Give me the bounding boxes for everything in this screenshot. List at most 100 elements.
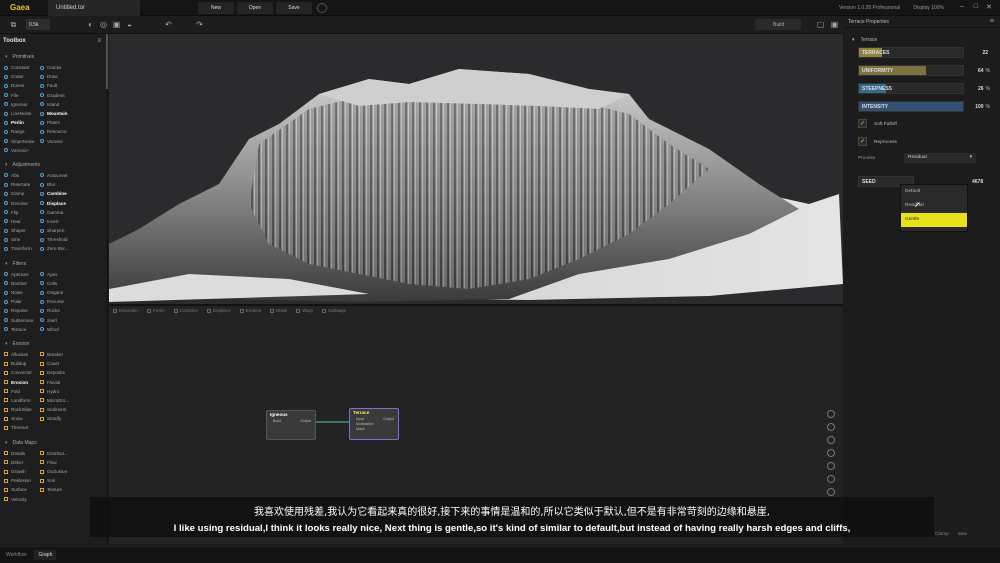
dropdown-option[interactable]: Default [901, 185, 967, 199]
toolbox-item[interactable]: Landform [4, 396, 40, 405]
seed-value[interactable]: 4678 [972, 179, 983, 185]
open-button[interactable]: Open [237, 1, 273, 14]
toolbox-item[interactable]: Resource [40, 127, 76, 136]
toolbox-item[interactable]: Gamma [40, 208, 76, 217]
toolbox-item[interactable]: SlopeNoise [4, 137, 40, 146]
terrace-port-mask[interactable]: Mask [350, 427, 398, 432]
new-button[interactable]: New [198, 1, 234, 14]
toolbox-item[interactable]: Dither [4, 458, 40, 467]
toolbox-item[interactable]: Breaker [40, 350, 76, 359]
toolbox-item[interactable]: Recurse [40, 297, 76, 306]
save-button[interactable]: Save [276, 1, 312, 14]
toolbox-item[interactable]: Fault [40, 81, 76, 90]
slider-uniformity[interactable]: UNIFORMITY [858, 65, 964, 76]
toolbox-item[interactable]: Origami [40, 288, 76, 297]
toolbox-item[interactable]: Aperture [4, 270, 40, 279]
tag-icon[interactable] [827, 475, 835, 483]
toolbox-item[interactable]: Sharpen [40, 226, 76, 235]
toolbox-item[interactable]: Velocity [4, 495, 40, 504]
toolbox-item[interactable]: Cells [40, 279, 76, 288]
minimize-icon[interactable]: – [960, 3, 964, 10]
toolbox-item[interactable]: Combine [40, 189, 76, 198]
3d-viewport[interactable] [109, 34, 843, 304]
toolbox-item[interactable]: Terrace [4, 325, 40, 334]
clamp-label[interactable]: Clamp [935, 532, 949, 537]
export-icon[interactable] [827, 436, 835, 444]
slider-value[interactable]: 64% [974, 68, 990, 74]
toolbox-item[interactable]: Crater [4, 72, 40, 81]
toolbox-item[interactable]: Fold [4, 387, 40, 396]
build-button[interactable]: Build [755, 19, 801, 30]
toolbox-item[interactable]: Convector [4, 368, 40, 377]
toolbox-item[interactable]: Abs [4, 171, 40, 180]
toolbox-item[interactable]: Mountain [40, 109, 76, 118]
graph-select[interactable]: Graph [34, 550, 57, 560]
toolbox-item[interactable]: Displace [40, 198, 76, 207]
display-zoom[interactable]: Display 100% [913, 5, 944, 11]
refresh-icon[interactable] [827, 423, 835, 431]
toolbox-item[interactable]: Growth [4, 467, 40, 476]
toolbox-item[interactable]: Dunes [4, 81, 40, 90]
toolbox-item[interactable]: Invert [40, 217, 76, 226]
toolbox-category[interactable]: ▾ Adjustments [0, 159, 107, 171]
reprocess-checkbox[interactable]: ✓ [858, 137, 867, 146]
slider-value[interactable]: 22 [974, 50, 990, 56]
toolbox-item[interactable]: Noise [4, 288, 40, 297]
toolbox-item[interactable]: Flip [4, 208, 40, 217]
toolbox-item[interactable]: Constant [4, 63, 40, 72]
terrain-render[interactable] [109, 34, 843, 304]
toolbox-item[interactable]: Blur [40, 180, 76, 189]
toolbox-item[interactable]: Coast [40, 359, 76, 368]
lock-icon[interactable] [827, 462, 835, 470]
maximize-icon[interactable]: □ [974, 3, 978, 10]
slider-value[interactable]: 100% [974, 104, 990, 110]
file-tab[interactable]: Untitled.tor [48, 0, 140, 16]
zoom-icon[interactable] [827, 410, 835, 418]
slider-intensity[interactable]: INTENSITY [858, 101, 964, 112]
toolbox-item[interactable]: Plates [40, 118, 76, 127]
process-select[interactable]: Residual ▾ [904, 153, 976, 163]
undo-icon[interactable]: ↶ [164, 20, 173, 29]
toolbox-item[interactable]: Sine [4, 235, 40, 244]
toolbox-item[interactable]: Subterrace [4, 316, 40, 325]
igneous-port-in[interactable]: Build [273, 419, 281, 423]
slider-value[interactable]: 26% [974, 86, 990, 92]
toolbox-item[interactable]: Peklosion [4, 476, 40, 485]
toolbox-item[interactable]: Apex [40, 270, 76, 279]
toolbox-item[interactable]: Snow [4, 414, 40, 423]
render-mode-icon[interactable]: ◐ [86, 20, 95, 29]
toolbox-item[interactable]: Gradient [40, 91, 76, 100]
filter-icon[interactable] [827, 488, 835, 496]
toolbox-category[interactable]: ▾ Filters [0, 258, 107, 270]
toolbox-item[interactable]: AutoLevel [40, 171, 76, 180]
toolbox-item[interactable]: Polar [4, 297, 40, 306]
toolbox-item[interactable]: MicroEro... [40, 396, 76, 405]
toolbox-item[interactable]: Clamp [4, 189, 40, 198]
lighting-icon[interactable]: ◒ [125, 20, 134, 29]
toolbox-item[interactable]: Deposits [40, 368, 76, 377]
app-logo[interactable]: Gaea [0, 3, 48, 12]
add-tab-icon[interactable] [317, 2, 327, 13]
toolbox-item[interactable]: Repulse [4, 306, 40, 315]
toolbox-item[interactable]: Transform [4, 244, 40, 253]
toolbox-item[interactable]: Texture [40, 485, 76, 494]
toolbox-category[interactable]: ▾ Erosion [0, 338, 107, 350]
dropdown-option[interactable]: Gentle [901, 213, 967, 227]
toolbox-item[interactable]: RiseGate [4, 180, 40, 189]
toolbox-category[interactable]: ▾ Data Maps [0, 437, 107, 449]
toolbox-item[interactable]: Surface [4, 485, 40, 494]
toolbox-item[interactable]: Draw [40, 72, 76, 81]
toolbox-item[interactable]: Details [4, 449, 40, 458]
toolbox-item[interactable]: RockSlide [4, 405, 40, 414]
toolbox-item[interactable]: Heal [4, 217, 40, 226]
toolbox-item[interactable]: Flow [40, 458, 76, 467]
toolbox-item[interactable]: Denoise [4, 198, 40, 207]
toolbox-item[interactable]: Voronoi [40, 137, 76, 146]
toolbox-item[interactable]: Whorl [40, 325, 76, 334]
camera-icon[interactable]: ▣ [112, 20, 121, 29]
toolbox-item[interactable]: Hydro [40, 387, 76, 396]
toolbox-item[interactable]: Voronoi+ [4, 146, 40, 155]
toolbox-item[interactable]: Fluvial [40, 377, 76, 386]
menu-icon[interactable]: ≡ [97, 38, 101, 44]
snapshot-icon[interactable]: ▣ [830, 20, 839, 29]
